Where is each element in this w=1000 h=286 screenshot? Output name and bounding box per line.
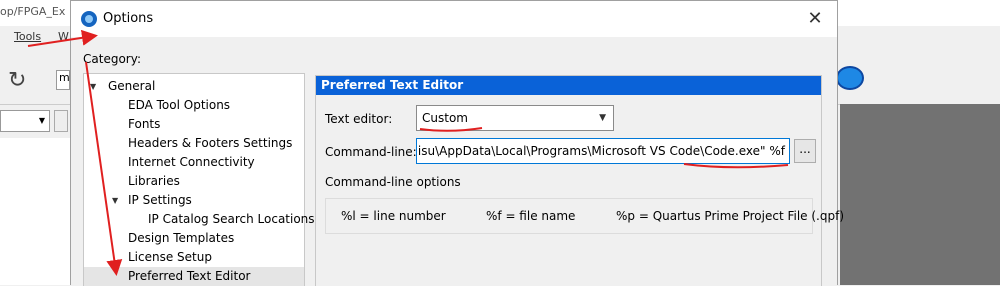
- tree-item-design-templates[interactable]: Design Templates: [84, 229, 304, 248]
- close-icon[interactable]: ✕: [803, 7, 827, 31]
- tree-item-eda-tool-options[interactable]: EDA Tool Options: [84, 96, 304, 115]
- option-file-name: %f = file name: [486, 209, 576, 223]
- tree-item-ip-catalog-search-locations[interactable]: IP Catalog Search Locations: [84, 210, 315, 229]
- chevron-down-icon: ▼: [38, 116, 45, 125]
- option-line-number: %l = line number: [341, 209, 446, 223]
- chevron-down-icon: ▼: [599, 113, 606, 123]
- expanded-arrow-icon[interactable]: ▼: [112, 191, 118, 210]
- tree-item-license-setup[interactable]: License Setup: [84, 248, 304, 267]
- quartus-app-icon: [81, 11, 97, 27]
- browse-button[interactable]: ...: [794, 139, 816, 163]
- help-bubble-icon[interactable]: [836, 66, 864, 90]
- tree-item-general[interactable]: ▼ General: [84, 77, 304, 96]
- tree-item-libraries[interactable]: Libraries: [84, 172, 304, 191]
- tree-item-label: Internet Connectivity: [128, 155, 255, 169]
- command-line-input[interactable]: rs\Naisu\AppData\Local\Programs\Microsof…: [416, 138, 790, 164]
- background-search-button[interactable]: [54, 110, 68, 132]
- background-combo[interactable]: m: [56, 70, 70, 90]
- background-window-path: op/FPGA_Ex: [0, 5, 66, 18]
- expanded-arrow-icon[interactable]: ▼: [90, 77, 96, 96]
- text-editor-label: Text editor:: [325, 112, 393, 126]
- command-line-options-box: %l = line number %f = file name %p = Qua…: [325, 198, 844, 234]
- command-line-value: rs\Naisu\AppData\Local\Programs\Microsof…: [416, 144, 785, 158]
- tree-item-headers-footers[interactable]: Headers & Footers Settings: [84, 134, 304, 153]
- tree-item-label: License Setup: [128, 250, 212, 264]
- tree-item-label: Preferred Text Editor: [128, 269, 251, 283]
- preferred-text-editor-panel: Preferred Text Editor Text editor: Custo…: [315, 75, 844, 286]
- option-project-file: %p = Quartus Prime Project File (.qpf): [616, 209, 844, 223]
- text-editor-select[interactable]: Custom ▼: [416, 105, 614, 131]
- dialog-title: Options: [103, 11, 154, 26]
- tree-item-label: IP Catalog Search Locations: [148, 212, 315, 226]
- options-dialog: Options ✕ Category: ▼ General EDA Tool O…: [70, 0, 844, 286]
- tree-item-label: Libraries: [128, 174, 180, 188]
- tree-item-label: Fonts: [128, 117, 161, 131]
- tree-item-preferred-text-editor[interactable]: Preferred Text Editor: [84, 267, 304, 286]
- background-workspace: [840, 104, 1000, 285]
- tree-item-label: Headers & Footers Settings: [128, 136, 293, 150]
- tree-item-label: IP Settings: [128, 193, 192, 207]
- panel-header: Preferred Text Editor: [316, 76, 821, 95]
- text-editor-value: Custom: [422, 111, 468, 125]
- tree-item-ip-settings[interactable]: ▼ IP Settings: [84, 191, 304, 210]
- tree-item-label: Design Templates: [128, 231, 235, 245]
- background-left-panel: [0, 138, 70, 285]
- tree-item-fonts[interactable]: Fonts: [84, 115, 304, 134]
- category-label: Category:: [83, 52, 141, 66]
- tree-item-label: General: [108, 79, 156, 93]
- background-left-combo[interactable]: ▼: [0, 110, 50, 132]
- command-line-label: Command-line:: [325, 145, 417, 159]
- command-line-options-label: Command-line options: [325, 175, 461, 189]
- refresh-icon[interactable]: ↻: [8, 68, 26, 93]
- menu-window[interactable]: W: [58, 30, 69, 43]
- menu-tools[interactable]: Tools: [14, 30, 41, 43]
- category-tree[interactable]: ▼ General EDA Tool Options Fonts Headers…: [83, 73, 315, 286]
- dialog-title-bar[interactable]: Options ✕: [71, 1, 837, 37]
- tree-item-internet-connectivity[interactable]: Internet Connectivity: [84, 153, 304, 172]
- tree-item-label: EDA Tool Options: [128, 98, 231, 112]
